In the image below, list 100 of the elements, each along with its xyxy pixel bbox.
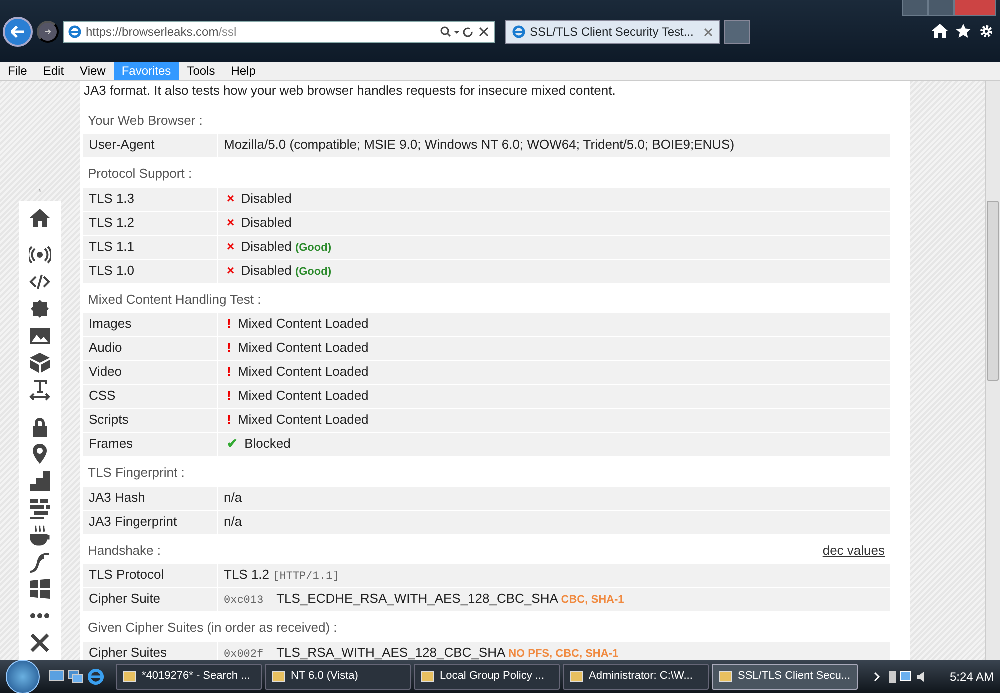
row-label: Cipher Suite <box>83 588 217 611</box>
row-label: TLS 1.3 <box>83 188 217 210</box>
scrollbar[interactable] <box>985 81 1000 660</box>
row-label: User-Agent <box>83 134 217 157</box>
home-icon[interactable] <box>932 24 948 38</box>
row-label: Cipher Suites <box>83 642 217 660</box>
settings-icon[interactable] <box>979 24 994 39</box>
dec-values-link[interactable]: dec values <box>822 540 885 560</box>
menu-item[interactable]: File <box>0 62 36 80</box>
back-button[interactable] <box>3 17 33 47</box>
bricks-icon[interactable] <box>29 497 51 519</box>
desktop-icon[interactable] <box>49 670 65 684</box>
status-icon: ✔ <box>224 436 241 451</box>
clock-time: 5:24 AM <box>950 668 994 686</box>
scrollbar-thumb[interactable] <box>987 201 999 381</box>
row-label: Frames <box>83 433 217 456</box>
section-title: Given Cipher Suites (in order as received) : <box>88 619 338 637</box>
row-label: CSS <box>83 385 217 408</box>
status-icon: ! <box>224 388 234 403</box>
row-value: TLS_ECDHE_RSA_WITH_AES_128_CBC_SHA <box>276 591 558 606</box>
status-note: (Good) <box>295 266 332 278</box>
section-title: Mixed Content Handling Test : <box>88 290 262 309</box>
status-icon: ! <box>224 316 234 331</box>
row-value: Mozilla/5.0 (compatible; MSIE 9.0; Windows NT 6.0; WOW64; Trident/5.0; BOIE9;ENUS) <box>218 134 890 157</box>
intro-text: JA3 format. It also tests how your web browser handles requests for insecure mixed content. <box>83 82 617 100</box>
row-label: TLS 1.1 <box>83 236 217 258</box>
text-width-icon[interactable] <box>29 379 51 401</box>
section-title: Handshake : <box>88 542 161 560</box>
row-value: Disabled <box>241 190 292 206</box>
hex-code: 0xc013 <box>224 595 264 607</box>
taskbar-button[interactable]: *4019276* - Search ... <box>116 664 262 690</box>
section-title: TLS Fingerprint : <box>88 464 185 482</box>
home-icon[interactable] <box>29 207 51 229</box>
row-value: TLS_RSA_WITH_AES_128_CBC_SHA <box>276 644 505 660</box>
row-value: Mixed Content Loaded <box>238 364 369 379</box>
hex-code: 0x002f <box>224 648 264 660</box>
image-icon[interactable] <box>29 325 51 347</box>
status-icon: × <box>224 214 238 230</box>
section-title: Your Web Browser : <box>88 112 203 130</box>
browser-tab[interactable]: SSL/TLS Client Security Test... <box>505 20 720 44</box>
status-icon: ! <box>224 364 234 379</box>
flash-icon[interactable] <box>29 551 51 573</box>
row-label: Audio <box>83 337 217 360</box>
menu-item[interactable]: Help <box>223 62 264 80</box>
status-icon: ! <box>224 412 234 427</box>
row-value: Disabled <box>241 238 292 254</box>
section-title: Protocol Support : <box>88 165 192 183</box>
forward-button[interactable] <box>37 21 59 43</box>
taskbar-button[interactable]: Local Group Policy ... <box>414 664 560 690</box>
stairs-icon[interactable] <box>29 470 51 492</box>
status-icon: × <box>224 238 238 254</box>
status-note: CBC, SHA-1 <box>561 594 624 606</box>
right-arrow-icon <box>45 27 51 37</box>
status-icon: × <box>224 262 238 278</box>
row-value: Mixed Content Loaded <box>238 340 369 355</box>
protocol-code: [HTTP/1.1] <box>273 571 340 583</box>
window-icon <box>570 670 584 684</box>
menu-item[interactable]: Edit <box>35 62 72 80</box>
start-button[interactable] <box>6 660 40 693</box>
status-note: (Good) <box>295 242 332 254</box>
taskbar-button[interactable]: NT 6.0 (Vista) <box>265 664 411 690</box>
window-icon <box>421 670 435 684</box>
window-icon <box>123 670 137 684</box>
row-label: Images <box>83 313 217 336</box>
row-value: Mixed Content Loaded <box>238 388 369 403</box>
taskbar-button[interactable]: Administrator: C:\W... <box>563 664 709 690</box>
row-label: JA3 Hash <box>83 486 217 510</box>
coffee-cup-icon[interactable] <box>29 524 51 546</box>
close-icon[interactable] <box>704 28 713 36</box>
taskbar-button[interactable]: SSL/TLS Client Secu... <box>712 664 858 690</box>
windows-logo-icon[interactable] <box>29 578 51 600</box>
row-value: Disabled <box>241 214 292 230</box>
row-value: Blocked <box>244 436 291 451</box>
row-label: JA3 Fingerprint <box>83 510 217 534</box>
row-label: Scripts <box>83 409 217 432</box>
row-value: Mixed Content Loaded <box>238 316 369 331</box>
row-label: TLS 1.0 <box>83 260 217 282</box>
row-label: TLS Protocol <box>83 564 217 587</box>
window-icon <box>719 670 733 684</box>
address-bar[interactable]: https://browserleaks.com/ssl <box>63 21 495 43</box>
menu-item[interactable]: View <box>72 62 114 80</box>
cube-icon[interactable] <box>29 352 51 374</box>
status-icon: ! <box>224 340 234 355</box>
row-value: TLS 1.2 <box>224 567 270 582</box>
row-value: n/a <box>218 510 890 534</box>
left-arrow-icon <box>11 25 25 39</box>
row-value: n/a <box>218 486 890 510</box>
address-tools-icon <box>440 26 490 38</box>
window-switcher-icon[interactable] <box>68 670 84 684</box>
signal-icon[interactable] <box>29 244 51 266</box>
window-icon <box>272 670 286 684</box>
row-label: TLS 1.2 <box>83 212 217 234</box>
tab-title: SSL/TLS Client Security Test... <box>530 24 695 41</box>
row-label: Video <box>83 361 217 384</box>
status-note: NO PFS, CBC, SHA-1 <box>508 648 619 660</box>
menu-item[interactable]: Tools <box>179 62 224 80</box>
status-icon: × <box>224 190 238 206</box>
row-value: Disabled <box>241 262 292 278</box>
star-icon[interactable] <box>956 24 971 38</box>
row-value: Mixed Content Loaded <box>238 412 369 427</box>
